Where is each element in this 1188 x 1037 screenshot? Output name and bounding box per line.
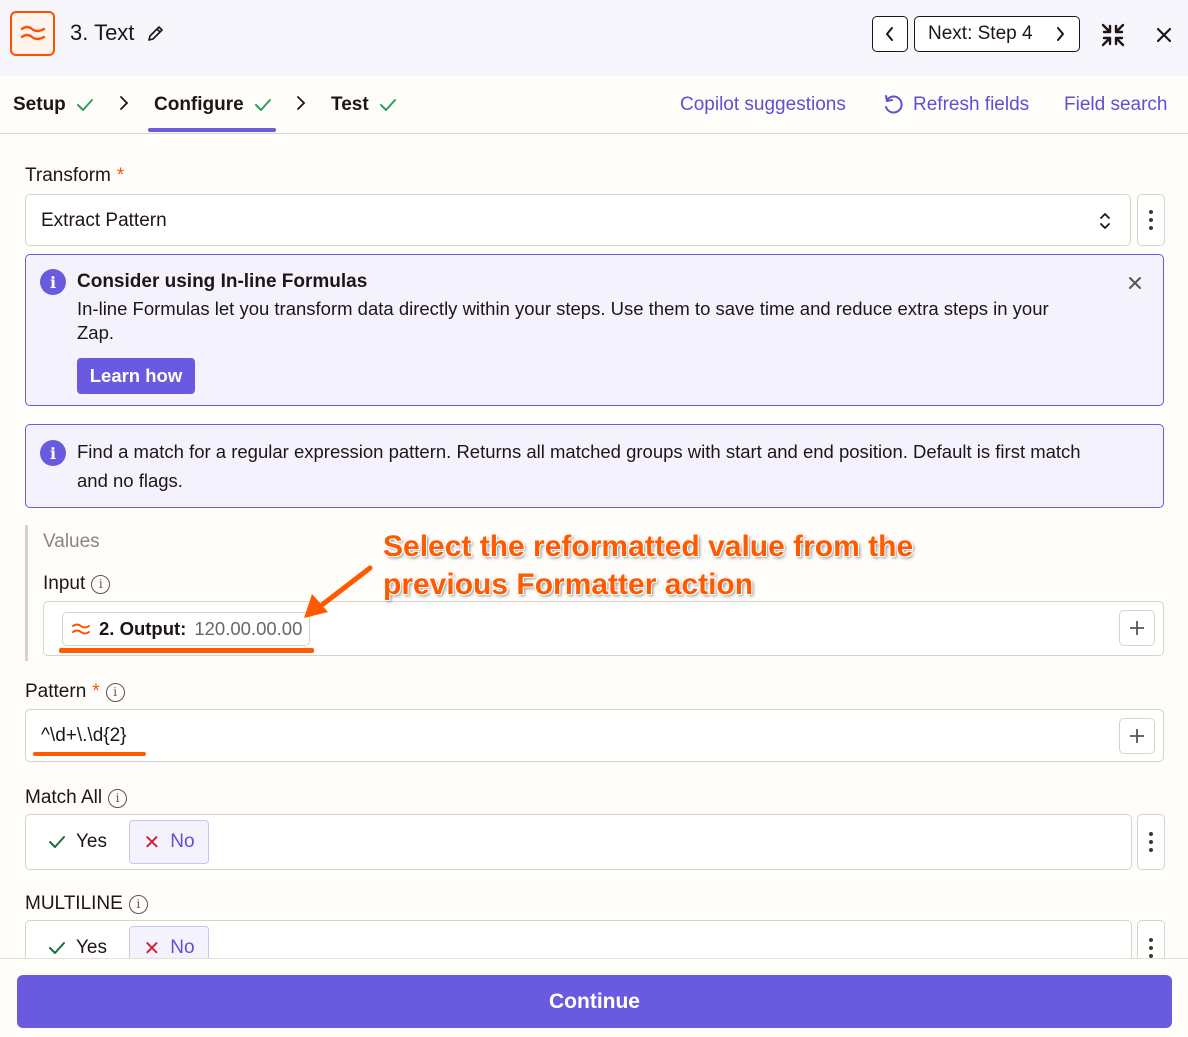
x-icon: ✕ bbox=[143, 937, 161, 960]
pattern-description-alert: i Find a match for a regular expression … bbox=[25, 424, 1164, 508]
annotation-callout: Select the reformatted value from the pr… bbox=[383, 528, 913, 604]
learn-how-button[interactable]: Learn how bbox=[77, 358, 195, 394]
checkmark-icon bbox=[379, 99, 396, 111]
x-icon: ✕ bbox=[143, 831, 161, 854]
alert-title: Consider using In-line Formulas bbox=[77, 271, 368, 292]
annotation-arrow bbox=[304, 565, 373, 618]
annotation-line2: previous Formatter action bbox=[383, 568, 754, 601]
checkmark-icon bbox=[49, 942, 65, 954]
inline-formulas-alert: i Consider using In-line Formulas In-lin… bbox=[25, 254, 1164, 406]
footer: Continue bbox=[0, 958, 1188, 1037]
collapse-icon[interactable] bbox=[1100, 22, 1126, 48]
transform-select[interactable]: Extract Pattern bbox=[25, 194, 1131, 246]
info-outline-icon[interactable]: i bbox=[108, 788, 128, 808]
info-icon: i bbox=[40, 269, 66, 295]
chevron-left-icon bbox=[886, 27, 893, 41]
annotation-underline bbox=[59, 648, 314, 653]
match-all-no-option[interactable]: ✕ No bbox=[129, 820, 209, 864]
copilot-suggestions-link[interactable]: Copilot suggestions bbox=[680, 94, 846, 116]
annotation-line1: Select the reformatted value from the bbox=[383, 530, 914, 563]
step-header: 3. Text Next: Step 4 bbox=[0, 0, 1188, 76]
alert-body-line1: In-line Formulas let you transform data … bbox=[77, 298, 1049, 319]
continue-button[interactable]: Continue bbox=[17, 975, 1172, 1028]
insert-data-button[interactable] bbox=[1119, 718, 1155, 754]
tab-label: Test bbox=[331, 94, 369, 115]
chevron-right-icon bbox=[297, 96, 306, 110]
tab-label: Setup bbox=[13, 94, 66, 115]
required-marker: * bbox=[92, 681, 100, 702]
required-marker: * bbox=[116, 165, 125, 186]
formatter-icon bbox=[20, 25, 45, 40]
insert-data-button[interactable] bbox=[1119, 610, 1155, 646]
yes-label: Yes bbox=[76, 937, 107, 958]
pattern-label-text: Pattern bbox=[25, 681, 87, 702]
tab-configure[interactable]: Configure bbox=[154, 94, 272, 116]
pattern-label: Pattern * i bbox=[25, 681, 125, 703]
chevron-up-down-icon bbox=[1100, 213, 1110, 229]
formatter-icon bbox=[72, 623, 90, 635]
pill-key: 2. Output: bbox=[99, 618, 187, 639]
pencil-icon[interactable] bbox=[146, 23, 166, 43]
more-vertical-icon bbox=[1149, 936, 1153, 960]
checkmark-icon bbox=[49, 836, 65, 848]
info-outline-icon[interactable]: i bbox=[91, 574, 111, 594]
description-line2: and no flags. bbox=[77, 470, 183, 491]
step-title[interactable]: 3. Text bbox=[70, 20, 134, 46]
transform-select-value: Extract Pattern bbox=[41, 210, 167, 231]
step-tabs: Setup Configure Test Copilot suggestions… bbox=[0, 76, 1188, 134]
match-all-more-button[interactable] bbox=[1137, 814, 1165, 870]
multiline-label-text: MULTILINE bbox=[25, 893, 123, 914]
chevron-right-icon bbox=[120, 96, 129, 110]
tab-setup[interactable]: Setup bbox=[13, 94, 94, 116]
pattern-value: ^\d+\.\d{2} bbox=[41, 725, 127, 746]
input-label-text: Input bbox=[43, 573, 86, 594]
no-label: No bbox=[170, 937, 195, 958]
yes-label: Yes bbox=[76, 831, 107, 852]
info-icon: i bbox=[40, 440, 66, 466]
field-search-link[interactable]: Field search bbox=[1064, 94, 1168, 116]
match-all-yes-option[interactable]: Yes bbox=[48, 825, 107, 859]
pill-value: 120.00.00.00 bbox=[194, 618, 303, 639]
transform-label-text: Transform bbox=[25, 165, 111, 186]
mapped-field-pill[interactable]: 2. Output: 120.00.00.00 bbox=[62, 612, 310, 646]
info-outline-icon[interactable]: i bbox=[128, 894, 148, 914]
transform-label: Transform * bbox=[25, 165, 124, 187]
description-line1: Find a match for a regular expression pa… bbox=[77, 441, 1081, 462]
values-heading: Values bbox=[43, 531, 100, 552]
tab-test[interactable]: Test bbox=[331, 94, 397, 116]
refresh-fields-link[interactable]: Refresh fields bbox=[913, 94, 1029, 116]
close-icon[interactable] bbox=[1127, 275, 1143, 291]
multiline-label: MULTILINE i bbox=[25, 893, 148, 915]
pattern-field[interactable]: ^\d+\.\d{2} bbox=[25, 709, 1164, 762]
annotation-underline bbox=[33, 752, 146, 756]
formatter-app-icon bbox=[10, 11, 55, 56]
chevron-right-icon bbox=[1057, 27, 1064, 41]
more-vertical-icon bbox=[1149, 830, 1153, 854]
checkmark-icon bbox=[254, 99, 271, 111]
alert-body-line2: Zap. bbox=[77, 322, 115, 343]
plus-icon bbox=[1130, 621, 1144, 635]
no-label: No bbox=[170, 831, 195, 852]
match-all-label-text: Match All bbox=[25, 787, 103, 808]
refresh-icon[interactable] bbox=[882, 94, 904, 116]
tab-label: Configure bbox=[154, 94, 244, 115]
next-step-button[interactable]: Next: Step 4 bbox=[914, 16, 1080, 52]
match-all-toggle: Yes ✕ No bbox=[25, 814, 1132, 870]
plus-icon bbox=[1130, 729, 1144, 743]
input-label: Input i bbox=[43, 573, 111, 595]
close-icon[interactable] bbox=[1155, 26, 1173, 44]
previous-step-button[interactable] bbox=[872, 16, 908, 52]
next-step-label: Next: Step 4 bbox=[928, 23, 1033, 44]
more-vertical-icon bbox=[1149, 208, 1153, 232]
active-tab-indicator bbox=[148, 128, 276, 132]
checkmark-icon bbox=[76, 99, 93, 111]
info-outline-icon[interactable]: i bbox=[105, 682, 125, 702]
match-all-label: Match All i bbox=[25, 787, 128, 809]
transform-more-button[interactable] bbox=[1137, 194, 1165, 246]
